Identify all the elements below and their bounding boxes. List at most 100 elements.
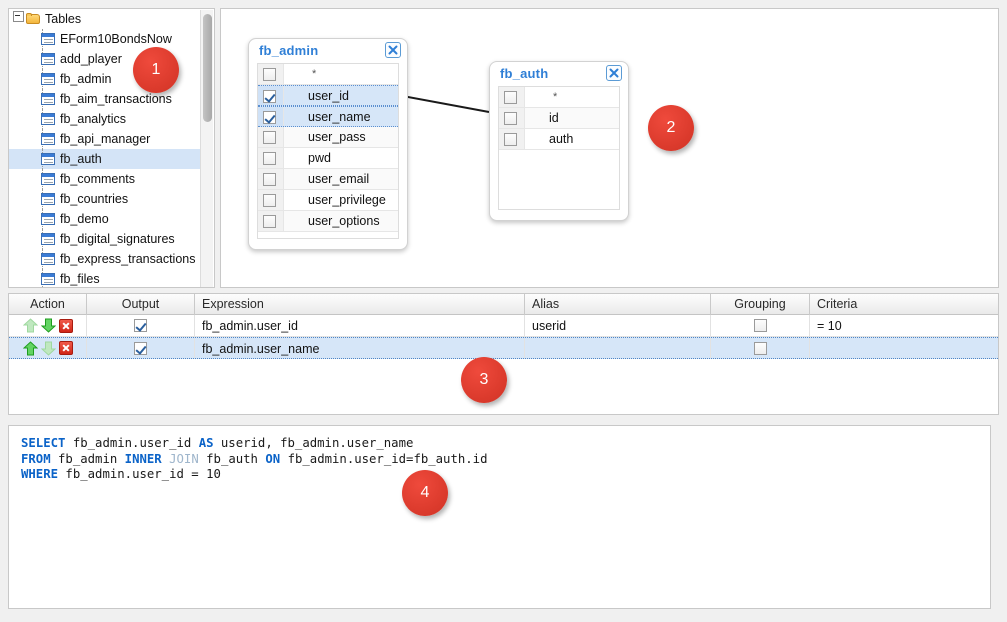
move-down-icon[interactable]	[41, 341, 56, 356]
grid-header-alias[interactable]: Alias	[525, 294, 711, 315]
grid-row[interactable]: fb_admin.user_iduserid = 10	[9, 315, 998, 337]
table-box-fb-admin[interactable]: fb_admin *user_iduser_nameuser_passpwdus…	[248, 38, 408, 250]
table-field-row[interactable]: user_id	[258, 85, 398, 106]
tree-item-fb-countries[interactable]: fb_countries	[9, 189, 202, 209]
grid-cell-alias[interactable]	[525, 338, 711, 358]
field-checkbox-cell[interactable]	[499, 108, 525, 128]
table-box-fb-auth[interactable]: fb_auth *idauth	[489, 61, 629, 221]
table-field-row[interactable]: *	[258, 64, 398, 85]
grid-row[interactable]: fb_admin.user_name	[9, 337, 998, 359]
field-checkbox-cell[interactable]	[258, 107, 284, 126]
tree-item-label: fb_express_transactions	[60, 252, 196, 266]
field-name: auth	[549, 129, 573, 150]
tree-item-eform10bondsnow[interactable]: EForm10BondsNow	[9, 29, 202, 49]
grid-cell-grouping[interactable]	[711, 338, 810, 358]
table-field-row[interactable]: *	[499, 87, 619, 108]
delete-row-icon[interactable]	[59, 319, 73, 333]
table-field-row[interactable]: id	[499, 108, 619, 129]
table-field-row[interactable]: user_privilege	[258, 190, 398, 211]
move-down-icon[interactable]	[41, 318, 56, 333]
field-checkbox[interactable]	[263, 215, 276, 228]
field-name: user_id	[308, 86, 349, 107]
tree-item-fb-aim-transactions[interactable]: fb_aim_transactions	[9, 89, 202, 109]
field-checkbox-cell[interactable]	[258, 86, 284, 105]
field-checkbox[interactable]	[504, 91, 517, 104]
tree-item-fb-demo[interactable]: fb_demo	[9, 209, 202, 229]
tables-tree[interactable]: TablesEForm10BondsNow add_player fb_adminf…	[9, 9, 202, 288]
field-checkbox[interactable]	[504, 112, 517, 125]
tree-item-fb-api-manager[interactable]: fb_api_manager	[9, 129, 202, 149]
query-grid-panel: ActionOutputExpressionAliasGroupingCrite…	[8, 293, 999, 415]
grid-header-grouping[interactable]: Grouping	[711, 294, 810, 315]
field-checkbox-cell[interactable]	[499, 129, 525, 149]
tree-item-fb-auth[interactable]: fb_auth	[9, 149, 202, 169]
grouping-checkbox[interactable]	[754, 319, 767, 332]
row-actions[interactable]	[9, 338, 86, 358]
field-checkbox[interactable]	[263, 152, 276, 165]
field-checkbox[interactable]	[263, 173, 276, 186]
tree-root-tables[interactable]: Tables	[9, 9, 202, 29]
tree-item-label: add_player	[60, 52, 122, 66]
tree-scrollbar-thumb[interactable]	[203, 14, 212, 122]
diagram-canvas[interactable]: fb_admin *user_iduser_nameuser_passpwdus…	[220, 8, 999, 288]
grid-cell-action[interactable]	[9, 338, 87, 358]
grid-cell-action[interactable]	[9, 315, 87, 336]
grid-cell-grouping[interactable]	[711, 315, 810, 336]
table-field-row[interactable]: user_name	[258, 106, 398, 127]
table-field-row[interactable]: pwd	[258, 148, 398, 169]
field-checkbox[interactable]	[504, 133, 517, 146]
table-field-row[interactable]: auth	[499, 129, 619, 150]
field-checkbox-cell[interactable]	[258, 190, 284, 210]
field-checkbox-cell[interactable]	[258, 211, 284, 231]
grid-header-output[interactable]: Output	[87, 294, 195, 315]
table-box-field-list[interactable]: *idauth	[498, 86, 620, 210]
row-actions[interactable]	[9, 315, 86, 336]
grid-cell-output[interactable]	[87, 338, 195, 358]
grid-cell-output[interactable]	[87, 315, 195, 336]
sql-preview-panel[interactable]: SELECT fb_admin.user_id AS userid, fb_ad…	[8, 425, 991, 609]
move-up-icon[interactable]	[23, 318, 38, 333]
table-field-row[interactable]: user_email	[258, 169, 398, 190]
output-checkbox[interactable]	[134, 319, 147, 332]
output-checkbox[interactable]	[134, 342, 147, 355]
tree-item-fb-analytics[interactable]: fb_analytics	[9, 109, 202, 129]
table-icon	[41, 173, 55, 185]
tree-item-fb-express-transactions[interactable]: fb_express_transactions	[9, 249, 202, 269]
sql-text-token: fb_admin.user_id	[65, 436, 198, 450]
field-checkbox[interactable]	[263, 194, 276, 207]
grid-header-action[interactable]: Action	[9, 294, 87, 315]
close-icon[interactable]	[385, 42, 401, 58]
grid-header-criteria[interactable]: Criteria	[810, 294, 998, 315]
tree-scrollbar[interactable]	[200, 10, 213, 288]
field-checkbox-cell[interactable]	[499, 87, 525, 107]
grid-header-expression[interactable]: Expression	[195, 294, 525, 315]
field-checkbox-cell[interactable]	[258, 148, 284, 168]
grid-cell-criteria[interactable]: = 10	[810, 315, 998, 336]
tree-item-fb-digital-signatures[interactable]: fb_digital_signatures	[9, 229, 202, 249]
table-field-row[interactable]: user_options	[258, 211, 398, 232]
annotation-badge-2: 2	[648, 105, 694, 151]
grid-cell-expression[interactable]: fb_admin.user_id	[195, 315, 525, 336]
field-checkbox[interactable]	[263, 131, 276, 144]
grid-cell-criteria[interactable]	[810, 338, 998, 358]
grid-cell-alias[interactable]: userid	[525, 315, 711, 336]
query-grid-body[interactable]: fb_admin.user_iduserid= 10fb_admin.user_…	[9, 315, 998, 359]
sql-text-token: fb_admin	[51, 452, 125, 466]
field-checkbox[interactable]	[263, 68, 276, 81]
move-up-icon[interactable]	[23, 341, 38, 356]
close-icon[interactable]	[606, 65, 622, 81]
table-box-field-list[interactable]: *user_iduser_nameuser_passpwduser_emailu…	[257, 63, 399, 239]
field-checkbox-cell[interactable]	[258, 169, 284, 189]
delete-row-icon[interactable]	[59, 341, 73, 355]
tree-item-fb-comments[interactable]: fb_comments	[9, 169, 202, 189]
table-field-row[interactable]: user_pass	[258, 127, 398, 148]
field-checkbox[interactable]	[263, 90, 276, 103]
tree-item-fb-files[interactable]: fb_files	[9, 269, 202, 288]
collapse-icon[interactable]	[13, 11, 24, 22]
tree-item-label: fb_admin	[60, 72, 111, 86]
field-checkbox[interactable]	[263, 111, 276, 124]
grid-cell-expression[interactable]: fb_admin.user_name	[195, 338, 525, 358]
field-checkbox-cell[interactable]	[258, 64, 284, 84]
field-checkbox-cell[interactable]	[258, 127, 284, 147]
grouping-checkbox[interactable]	[754, 342, 767, 355]
